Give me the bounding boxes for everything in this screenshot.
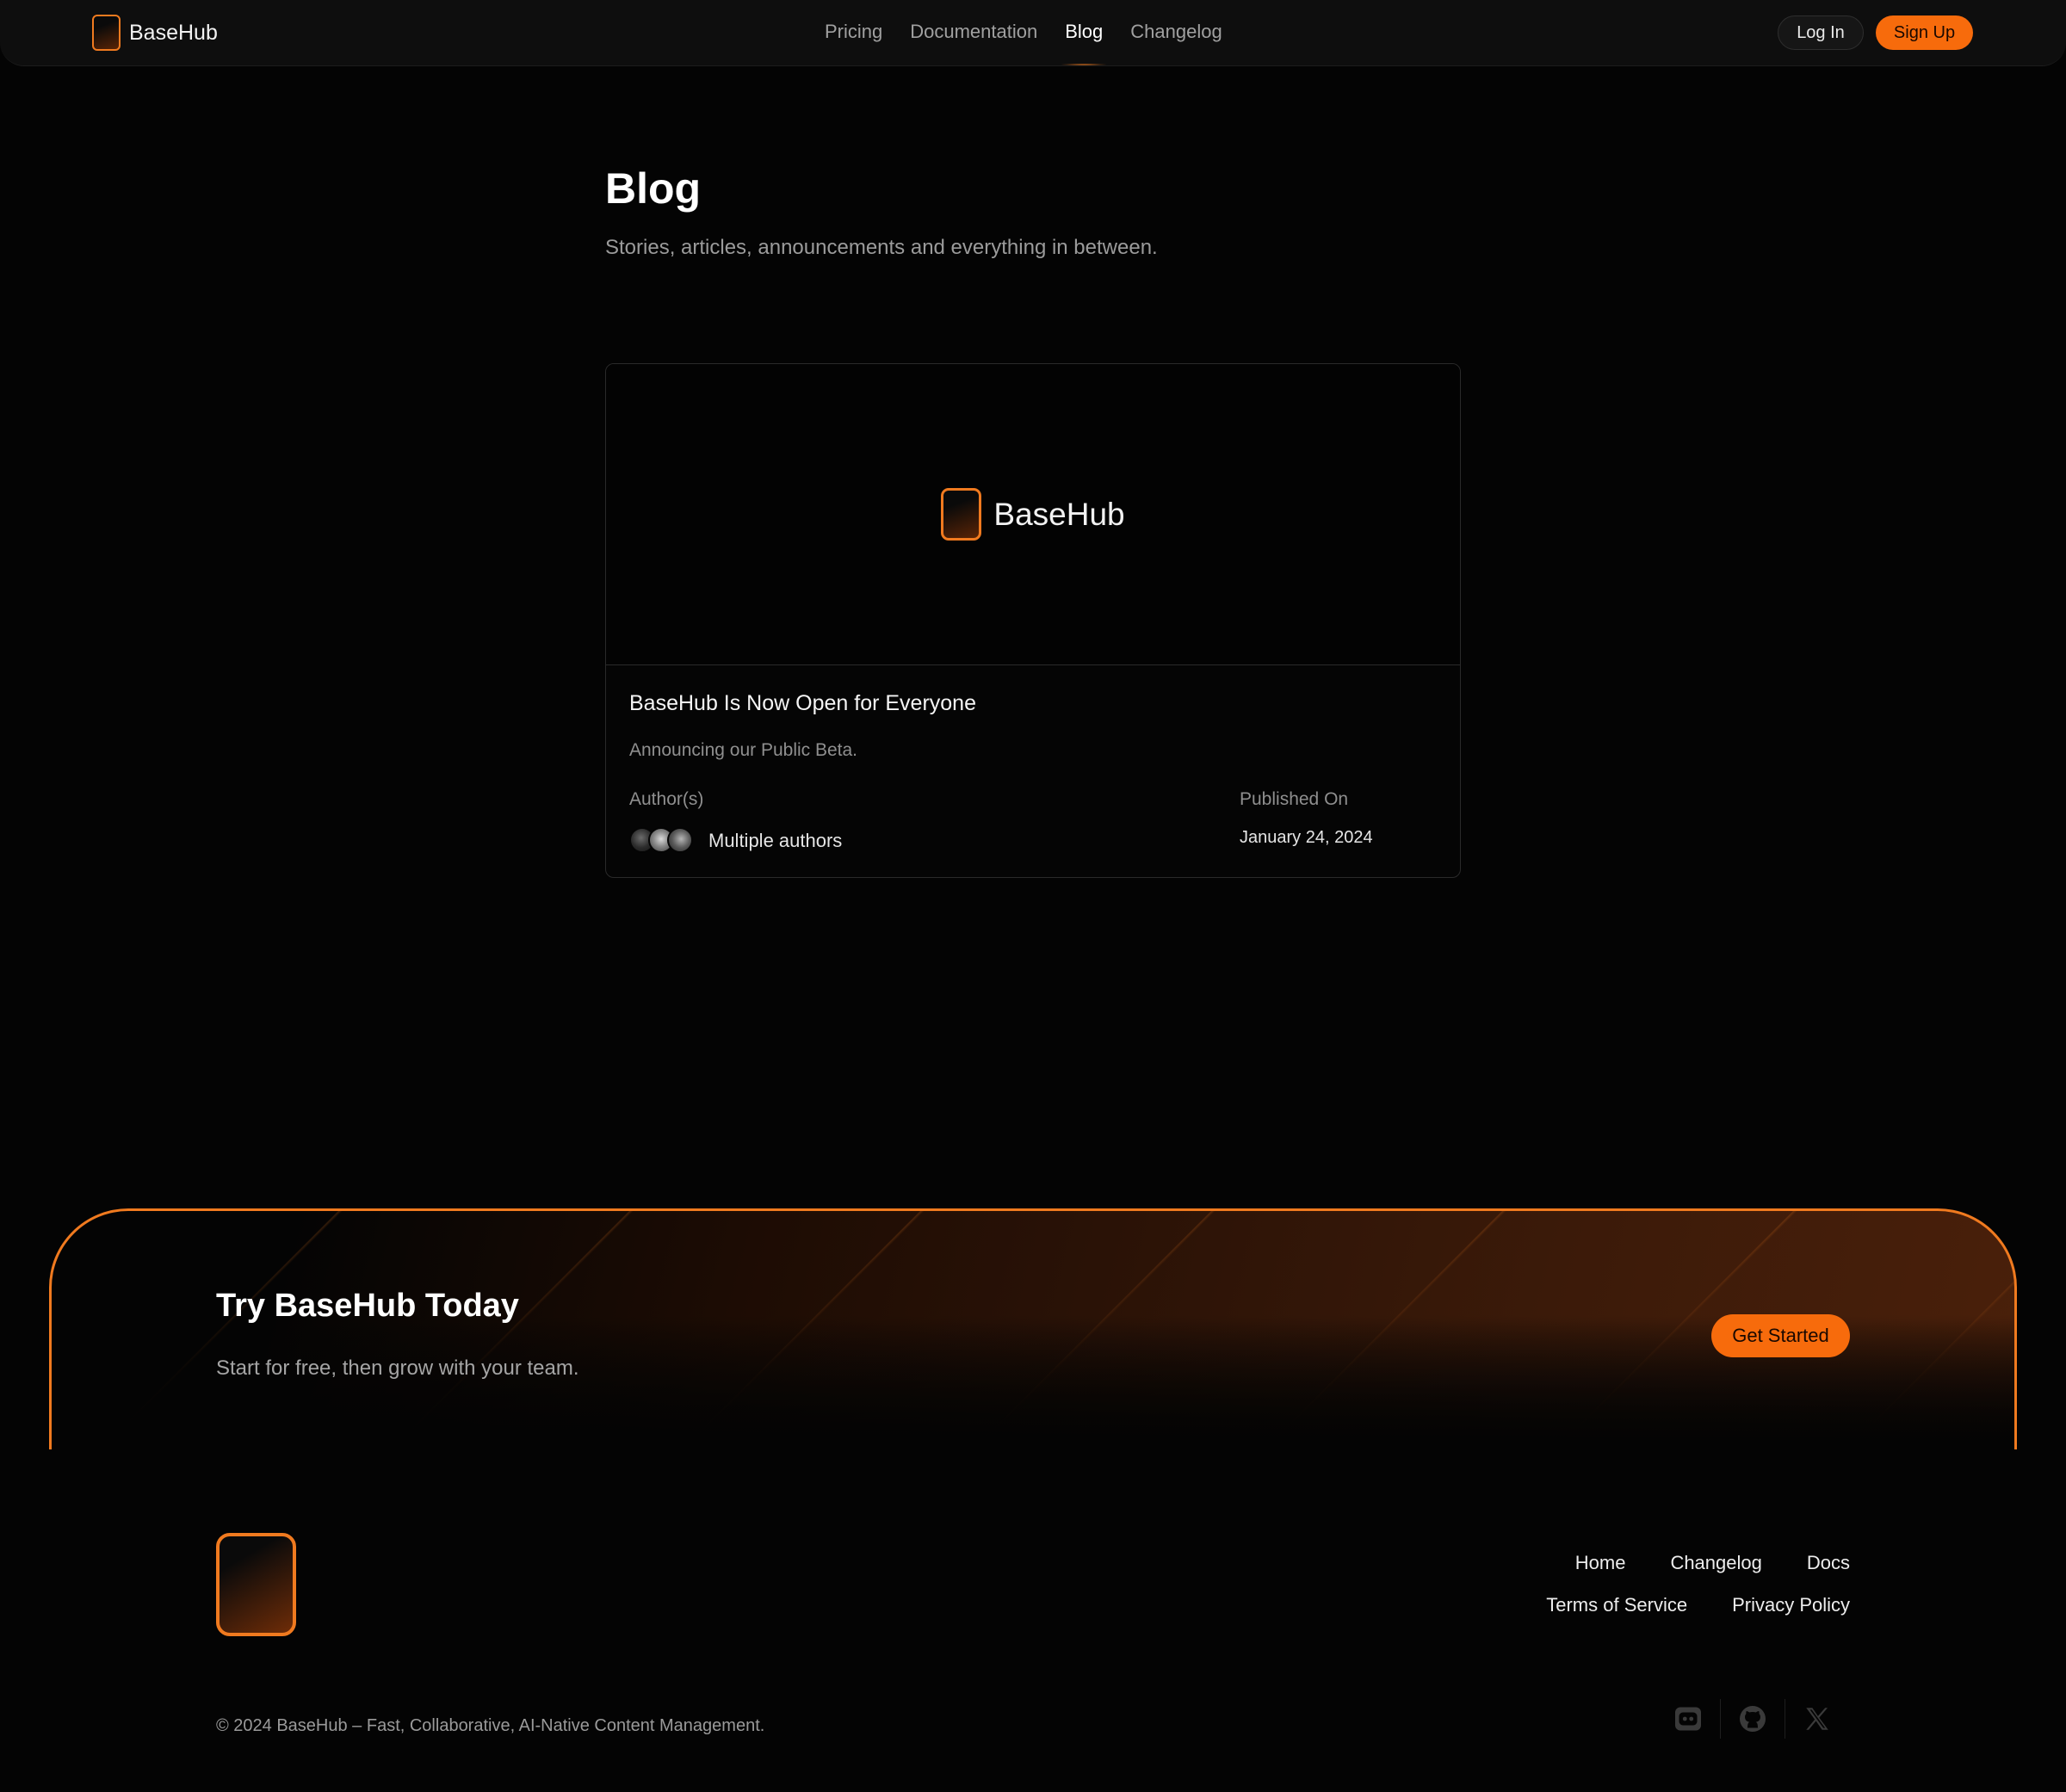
footer-link-home[interactable]: Home — [1575, 1552, 1626, 1574]
x-icon[interactable] — [1799, 1701, 1835, 1737]
author-avatars — [629, 827, 693, 853]
post-title[interactable]: BaseHub Is Now Open for Everyone — [629, 691, 976, 716]
post-cover-image: BaseHub — [606, 364, 1460, 665]
page-subtitle: Stories, articles, announcements and eve… — [605, 236, 1158, 259]
authors-label: Author(s) — [629, 789, 704, 809]
footer-links-primary: Home Changelog Docs — [1575, 1552, 1850, 1574]
footer-link-privacy[interactable]: Privacy Policy — [1732, 1594, 1850, 1616]
social-links — [1670, 1699, 1835, 1739]
copyright-text: © 2024 BaseHub – Fast, Collaborative, AI… — [216, 1716, 765, 1735]
post-cover-brand: BaseHub — [993, 496, 1125, 532]
authors-text: Multiple authors — [708, 830, 843, 851]
brand-name: BaseHub — [129, 20, 218, 45]
nav-link-changelog[interactable]: Changelog — [1130, 21, 1222, 43]
cta-subtitle: Start for free, then grow with your team… — [216, 1356, 579, 1380]
page-title: Blog — [605, 164, 702, 213]
nav-link-blog[interactable]: Blog — [1061, 21, 1107, 65]
login-button[interactable]: Log In — [1778, 15, 1864, 50]
page: BaseHub Pricing Documentation Blog Chang… — [0, 0, 2066, 1792]
post-excerpt: Announcing our Public Beta. — [629, 740, 858, 760]
cta-title: Try BaseHub Today — [216, 1288, 519, 1324]
basehub-logo-icon — [92, 15, 121, 51]
footer-link-terms[interactable]: Terms of Service — [1546, 1594, 1687, 1616]
nav-link-documentation[interactable]: Documentation — [910, 21, 1037, 43]
social-divider — [1720, 1699, 1721, 1739]
avatar — [667, 827, 693, 853]
footer-link-docs[interactable]: Docs — [1807, 1552, 1850, 1574]
github-icon[interactable] — [1735, 1701, 1771, 1737]
discord-icon[interactable] — [1670, 1701, 1706, 1737]
signup-button[interactable]: Sign Up — [1876, 15, 1973, 50]
basehub-logo-icon — [941, 488, 982, 541]
published-label: Published On — [1240, 789, 1349, 809]
brand-home-link[interactable]: BaseHub — [92, 15, 218, 51]
published-date: January 24, 2024 — [1240, 828, 1373, 847]
nav-link-pricing[interactable]: Pricing — [825, 21, 882, 43]
footer-logo-icon[interactable] — [216, 1533, 296, 1636]
blog-post-card[interactable]: BaseHub BaseHub Is Now Open for Everyone… — [605, 363, 1461, 878]
footer-links-legal: Terms of Service Privacy Policy — [1546, 1594, 1850, 1616]
top-nav: BaseHub Pricing Documentation Blog Chang… — [0, 0, 2066, 66]
get-started-button[interactable]: Get Started — [1711, 1314, 1850, 1357]
footer-link-changelog[interactable]: Changelog — [1670, 1552, 1761, 1574]
nav-links: Pricing Documentation Blog Changelog — [825, 21, 1222, 65]
